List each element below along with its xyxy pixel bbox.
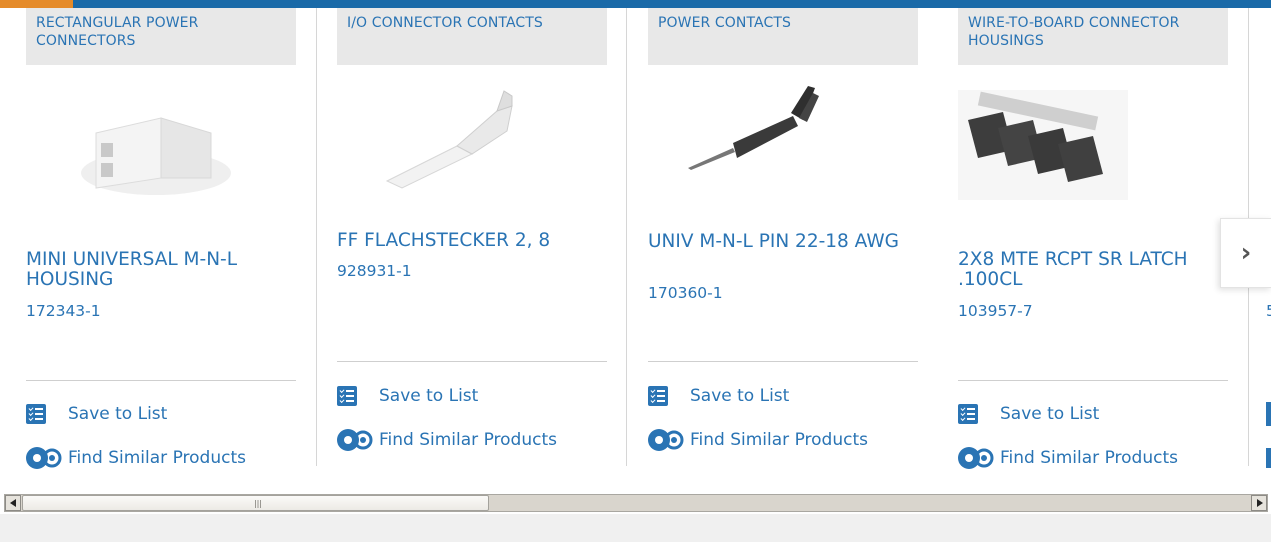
card-divider <box>626 8 627 466</box>
category-label[interactable]: POWER CONTACTS <box>648 8 918 65</box>
divider <box>26 380 296 381</box>
product-image-pin[interactable] <box>673 78 883 208</box>
product-card: WIRE-TO-BOARD CONNECTOR HOUSINGS 2X8 MTE… <box>958 8 1228 486</box>
find-similar-button-partial[interactable] <box>1266 448 1271 468</box>
product-title[interactable]: MINI UNIVERSAL M-N-L HOUSING <box>26 250 286 290</box>
part-number-partial[interactable]: 5 <box>1266 302 1271 320</box>
product-image-housing[interactable] <box>51 78 261 208</box>
gears-icon <box>958 447 994 469</box>
divider <box>337 361 607 362</box>
find-similar-button[interactable]: Find Similar Products <box>24 446 246 470</box>
horizontal-scrollbar[interactable] <box>4 494 1268 512</box>
product-title[interactable]: 2X8 MTE RCPT SR LATCH .100CL <box>958 250 1218 290</box>
divider <box>958 380 1228 381</box>
save-to-list-button-partial[interactable] <box>1266 402 1271 426</box>
find-similar-label: Find Similar Products <box>1000 448 1178 468</box>
divider <box>648 361 918 362</box>
top-color-bar <box>0 0 1271 8</box>
gears-icon <box>26 447 62 469</box>
category-label[interactable]: I/O CONNECTOR CONTACTS <box>337 8 607 65</box>
category-label[interactable]: RECTANGULAR POWER CONNECTORS <box>26 8 296 65</box>
save-to-list-label: Save to List <box>690 386 790 406</box>
find-similar-label: Find Similar Products <box>690 430 868 450</box>
find-similar-button[interactable]: Find Similar Products <box>956 446 1178 470</box>
find-similar-label: Find Similar Products <box>68 448 246 468</box>
gears-icon <box>648 429 684 451</box>
footer-area <box>0 514 1271 542</box>
save-to-list-button[interactable]: Save to List <box>958 402 1099 426</box>
card-divider <box>316 8 317 466</box>
carousel-next-button[interactable]: › <box>1220 218 1271 288</box>
part-number[interactable]: 928931-1 <box>337 262 412 280</box>
save-to-list-button[interactable]: Save to List <box>337 384 478 408</box>
product-image-contact[interactable] <box>362 76 572 206</box>
part-number[interactable]: 103957-7 <box>958 302 1033 320</box>
part-number[interactable]: 172343-1 <box>26 302 101 320</box>
product-card: POWER CONTACTS UNIV M-N-L PIN 22-18 AWG … <box>648 8 918 486</box>
grip-icon <box>255 500 261 508</box>
save-to-list-label: Save to List <box>379 386 479 406</box>
scrollbar-thumb[interactable] <box>22 495 489 511</box>
gears-icon <box>337 429 373 451</box>
checklist-icon <box>648 386 668 406</box>
product-card: I/O CONNECTOR CONTACTS FF FLACHSTECKER 2… <box>337 8 607 486</box>
checklist-icon <box>958 404 978 424</box>
scroll-left-arrow[interactable] <box>5 495 21 511</box>
category-label[interactable]: WIRE-TO-BOARD CONNECTOR HOUSINGS <box>958 8 1228 65</box>
find-similar-button[interactable]: Find Similar Products <box>646 428 868 452</box>
scroll-right-arrow[interactable] <box>1251 495 1267 511</box>
save-to-list-label: Save to List <box>68 404 168 424</box>
find-similar-label: Find Similar Products <box>379 430 557 450</box>
product-title[interactable]: FF FLACHSTECKER 2, 8 <box>337 231 597 251</box>
save-to-list-button[interactable]: Save to List <box>648 384 789 408</box>
part-number[interactable]: 170360-1 <box>648 284 723 302</box>
top-accent-bar <box>0 0 73 8</box>
product-carousel: RECTANGULAR POWER CONNECTORS MINI UNIVER… <box>0 8 1271 486</box>
find-similar-button[interactable]: Find Similar Products <box>335 428 557 452</box>
product-title[interactable]: UNIV M-N-L PIN 22-18 AWG <box>648 232 908 252</box>
product-card: RECTANGULAR POWER CONNECTORS MINI UNIVER… <box>26 8 296 486</box>
chevron-right-icon: › <box>1240 238 1252 268</box>
product-image-rcpt-housings[interactable] <box>958 90 1128 200</box>
save-to-list-button[interactable]: Save to List <box>26 402 167 426</box>
checklist-icon <box>337 386 357 406</box>
save-to-list-label: Save to List <box>1000 404 1100 424</box>
checklist-icon <box>26 404 46 424</box>
